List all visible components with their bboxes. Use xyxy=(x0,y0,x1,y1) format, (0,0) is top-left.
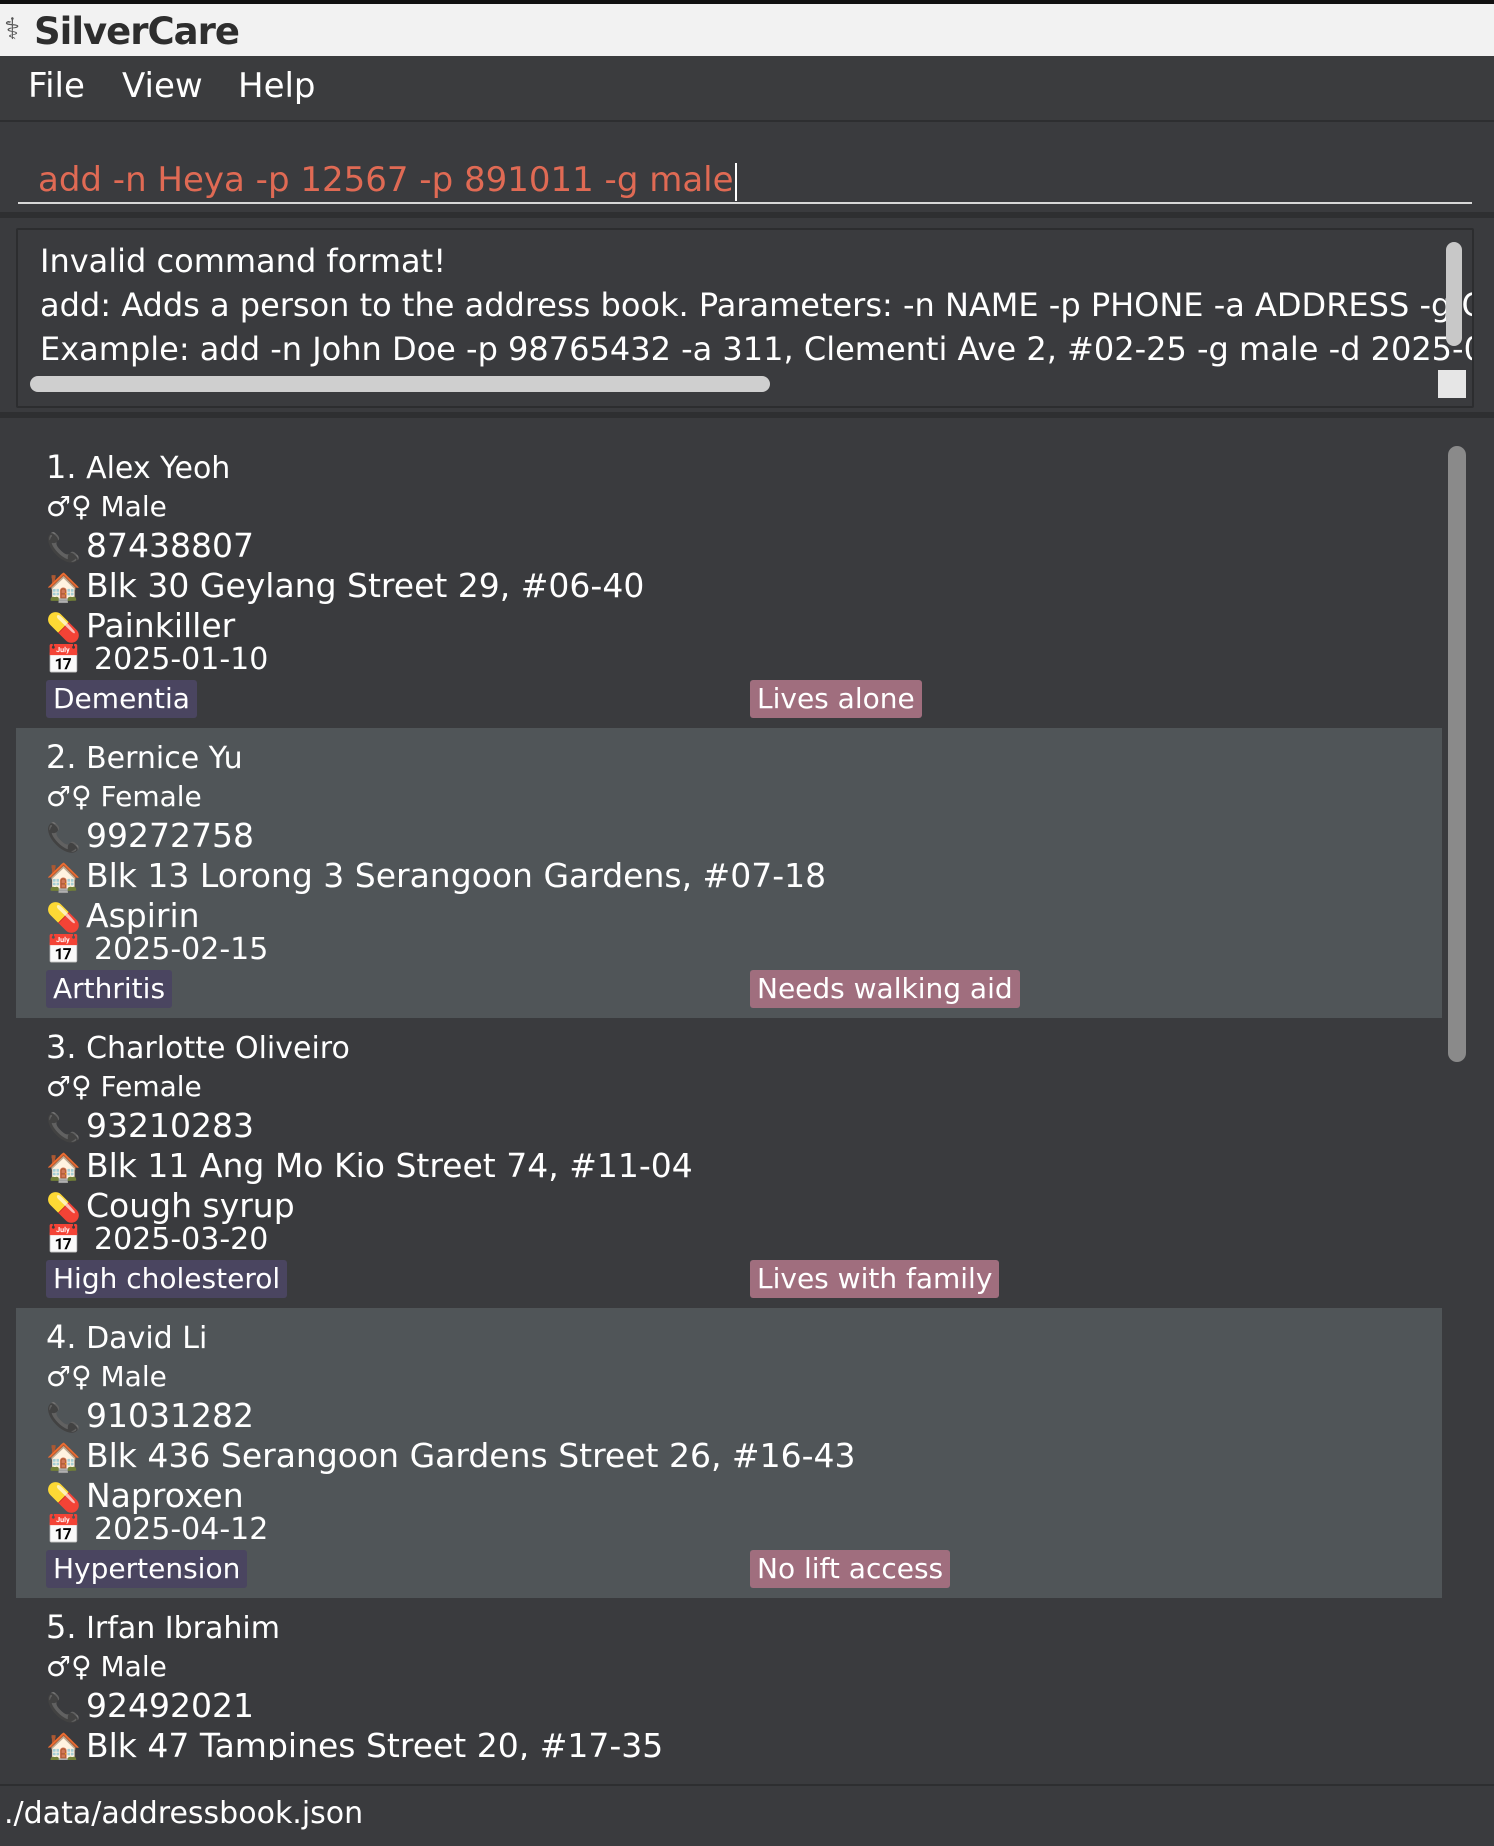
list-vertical-scrollbar[interactable] xyxy=(1448,446,1466,1062)
scrollbar-corner xyxy=(1438,370,1466,398)
result-display: Invalid command format! add: Adds a pers… xyxy=(16,228,1474,408)
pill-icon: 💊 xyxy=(46,901,81,934)
note-tag: Lives with family xyxy=(750,1260,1000,1298)
person-address: Blk 11 Ang Mo Kio Street 74, #11-04 xyxy=(86,1146,693,1185)
menu-view[interactable]: View xyxy=(122,66,203,106)
person-gender: Male xyxy=(100,1360,167,1393)
person-date: 2025-01-10 xyxy=(94,642,269,677)
calendar-icon: 📅 xyxy=(46,1223,81,1256)
person-phone: 91031282 xyxy=(86,1396,254,1435)
person-gender: Male xyxy=(100,490,167,523)
person-date: 2025-04-12 xyxy=(94,1512,269,1547)
result-line-3: Example: add -n John Doe -p 98765432 -a … xyxy=(40,330,1474,368)
pill-icon: 💊 xyxy=(46,1481,81,1514)
person-phone: 87438807 xyxy=(86,526,254,565)
person-medicine: Painkiller xyxy=(86,606,236,645)
house-icon: 🏠 xyxy=(46,861,81,894)
result-line-1: Invalid command format! xyxy=(40,242,447,280)
person-name: 5. Irfan Ibrahim xyxy=(46,1608,280,1646)
caduceus-icon: ⚕ xyxy=(4,12,21,47)
calendar-icon: 📅 xyxy=(46,643,81,676)
person-address: Blk 436 Serangoon Gardens Street 26, #16… xyxy=(86,1436,856,1475)
condition-tag: High cholesterol xyxy=(46,1260,288,1298)
status-bar: ./data/addressbook.json xyxy=(0,1784,1494,1846)
phone-icon: 📞 xyxy=(46,821,81,854)
person-name: 3. Charlotte Oliveiro xyxy=(46,1028,350,1066)
person-date: 2025-03-20 xyxy=(94,1222,269,1257)
person-name: 2. Bernice Yu xyxy=(46,738,243,776)
menu-bar: File View Help xyxy=(0,56,1494,122)
divider xyxy=(0,212,1494,218)
person-medicine: Aspirin xyxy=(86,896,200,935)
note-tag: No lift access xyxy=(750,1550,951,1588)
person-phone: 93210283 xyxy=(86,1106,254,1145)
save-location: ./data/addressbook.json xyxy=(4,1796,364,1831)
person-card[interactable]: 5. Irfan Ibrahim ♂♀ Male 📞 92492021 🏠 Blk … xyxy=(16,1598,1442,1760)
command-input[interactable]: add -n Heya -p 12567 -p 891011 -g male xyxy=(18,142,1472,204)
person-medicine: Cough syrup xyxy=(86,1186,295,1225)
gender-icon: ♂♀ xyxy=(46,1070,92,1103)
calendar-icon: 📅 xyxy=(46,933,81,966)
command-box: add -n Heya -p 12567 -p 891011 -g male xyxy=(0,122,1494,212)
divider xyxy=(0,412,1494,418)
command-text: add -n Heya -p 12567 -p 891011 -g male xyxy=(38,160,734,200)
person-card[interactable]: 2. Bernice Yu ♂♀ Female 📞 99272758 🏠 Blk 1… xyxy=(16,728,1442,1018)
note-tag: Lives alone xyxy=(750,680,922,718)
result-line-2: add: Adds a person to the address book. … xyxy=(40,286,1474,324)
text-caret xyxy=(734,162,737,201)
house-icon: 🏠 xyxy=(46,1731,81,1760)
phone-icon: 📞 xyxy=(46,531,81,564)
person-name: 4. David Li xyxy=(46,1318,208,1356)
phone-icon: 📞 xyxy=(46,1401,81,1434)
person-gender: Female xyxy=(100,1070,202,1103)
condition-tag: Arthritis xyxy=(46,970,173,1008)
condition-tag: Dementia xyxy=(46,680,197,718)
person-medicine: Naproxen xyxy=(86,1476,244,1515)
pill-icon: 💊 xyxy=(46,1191,81,1224)
gender-icon: ♂♀ xyxy=(46,780,92,813)
person-address: Blk 47 Tampines Street 20, #17-35 xyxy=(86,1726,664,1760)
title-bar: ⚕ SilverCare xyxy=(0,4,1494,56)
person-card[interactable]: 1. Alex Yeoh ♂♀ Male 📞 87438807 🏠 Blk 30 G… xyxy=(16,438,1442,728)
gender-icon: ♂♀ xyxy=(46,1360,92,1393)
person-phone: 92492021 xyxy=(86,1686,254,1725)
person-gender: Female xyxy=(100,780,202,813)
house-icon: 🏠 xyxy=(46,1151,81,1184)
person-card[interactable]: 4. David Li ♂♀ Male 📞 91031282 🏠 Blk 436 S… xyxy=(16,1308,1442,1598)
person-address: Blk 30 Geylang Street 29, #06-40 xyxy=(86,566,645,605)
person-list: 1. Alex Yeoh ♂♀ Male 📞 87438807 🏠 Blk 30 G… xyxy=(16,438,1442,1760)
person-address: Blk 13 Lorong 3 Serangoon Gardens, #07-1… xyxy=(86,856,827,895)
person-gender: Male xyxy=(100,1650,167,1683)
gender-icon: ♂♀ xyxy=(46,490,92,523)
app-title: SilverCare xyxy=(34,10,240,53)
phone-icon: 📞 xyxy=(46,1691,81,1724)
menu-help[interactable]: Help xyxy=(238,66,316,106)
note-tag: Needs walking aid xyxy=(750,970,1020,1008)
gender-icon: ♂♀ xyxy=(46,1650,92,1683)
person-card[interactable]: 3. Charlotte Oliveiro ♂♀ Female 📞 9321028… xyxy=(16,1018,1442,1308)
result-vertical-scrollbar[interactable] xyxy=(1446,242,1462,346)
calendar-icon: 📅 xyxy=(46,1513,81,1546)
phone-icon: 📞 xyxy=(46,1111,81,1144)
house-icon: 🏠 xyxy=(46,1441,81,1474)
person-phone: 99272758 xyxy=(86,816,254,855)
person-date: 2025-02-15 xyxy=(94,932,269,967)
menu-file[interactable]: File xyxy=(28,66,85,106)
house-icon: 🏠 xyxy=(46,571,81,604)
pill-icon: 💊 xyxy=(46,611,81,644)
condition-tag: Hypertension xyxy=(46,1550,248,1588)
person-name: 1. Alex Yeoh xyxy=(46,448,231,486)
result-horizontal-scrollbar[interactable] xyxy=(30,376,770,392)
